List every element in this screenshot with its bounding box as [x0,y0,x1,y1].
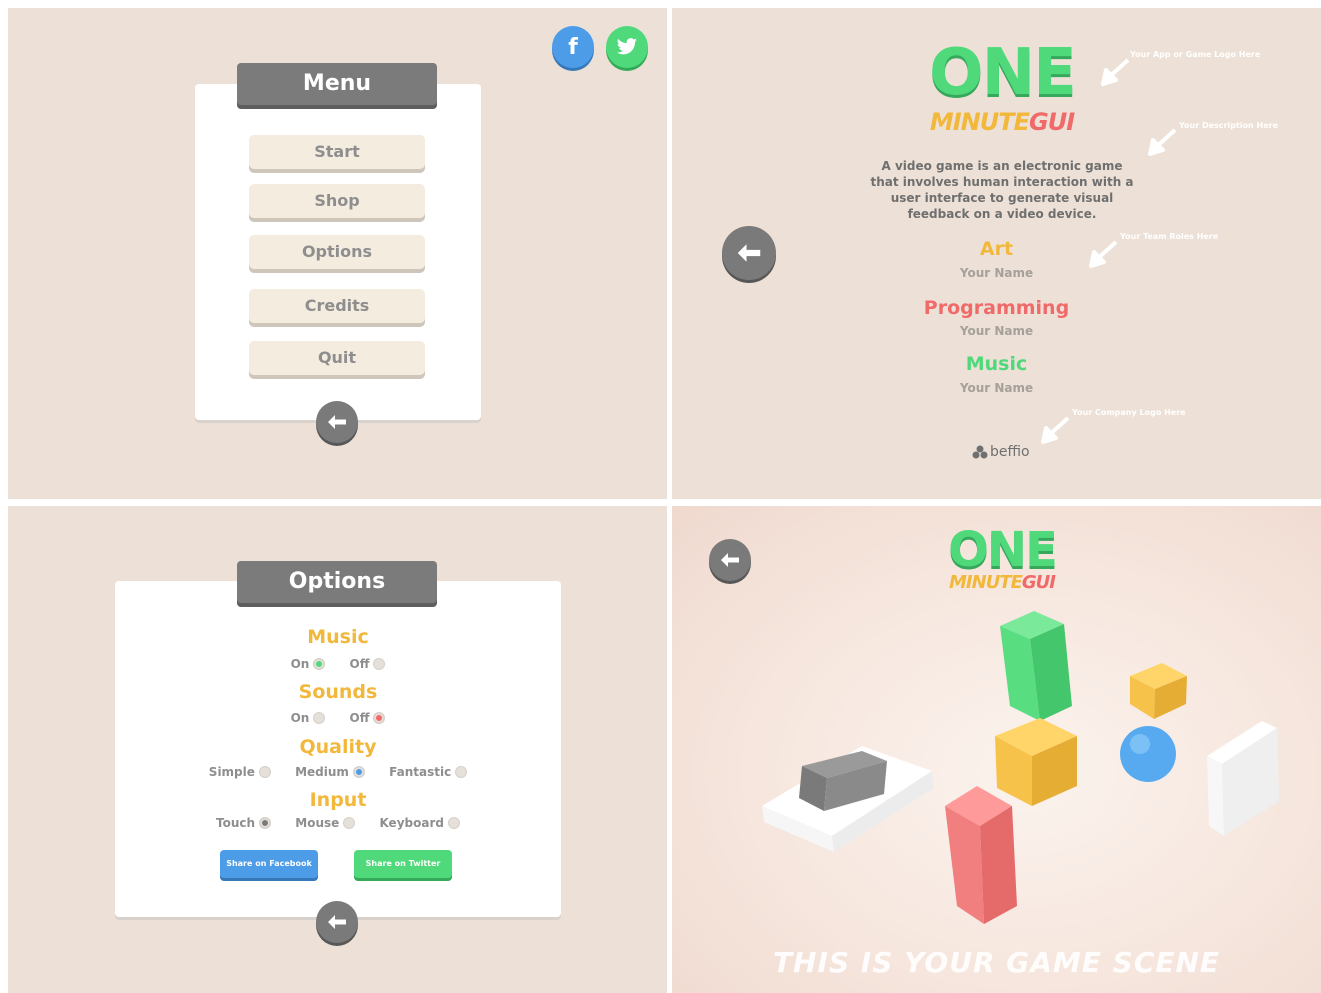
note-company: Your Company Logo Here [1072,408,1186,417]
option-label: Simple [208,765,255,779]
credit-heading-music: Music [965,353,1028,375]
option-label: Keyboard [379,816,444,830]
option-label: Off [349,657,370,671]
quit-button[interactable]: Quit [249,341,425,375]
radio-unselected[interactable] [455,766,468,778]
credit-name-programming: Your Name [959,324,1034,338]
share-facebook-button[interactable]: Share on Facebook [220,850,318,878]
radio-selected[interactable] [373,712,386,724]
credits-button[interactable]: Credits [249,289,425,323]
option-label: On [290,711,310,725]
music-on-option[interactable]: On [291,657,326,671]
facebook-icon: f [568,34,578,60]
option-label: Fantastic [389,765,452,779]
game-scene-caption: THIS IS YOUR GAME SCENE [772,946,1221,979]
quality-heading: Quality [299,736,377,758]
radio-unselected[interactable] [447,817,460,829]
options-button[interactable]: Options [249,235,425,269]
radio-unselected[interactable] [258,766,271,778]
input-heading: Input [309,789,367,811]
credit-name-music: Your Name [959,381,1034,395]
radio-unselected[interactable] [313,712,326,724]
option-label: Off [349,711,370,725]
quality-fantastic-option[interactable]: Fantastic [389,765,468,779]
quality-options: Simple Medium Fantastic [115,765,561,779]
game-logo-sub: MINUTEGUI [902,108,1102,136]
menu-screen: f Menu Start Shop Options Credits Quit [8,8,667,499]
option-label: Touch [216,816,256,830]
note-roles: Your Team Roles Here [1120,232,1219,241]
note-logo: Your App or Game Logo Here [1130,50,1261,59]
sounds-heading: Sounds [298,681,378,703]
company-logo: beffio [972,444,1030,460]
arrow-pointer-icon [1089,240,1118,268]
arrow-pointer-icon [1041,416,1070,444]
green-pillar [1000,611,1072,721]
input-touch-option[interactable]: Touch [216,816,272,830]
input-options: Touch Mouse Keyboard [115,816,561,830]
input-keyboard-option[interactable]: Keyboard [379,816,460,830]
credits-screen: ONE MINUTEGUI A video game is an electro… [672,8,1321,499]
start-button[interactable]: Start [249,135,425,169]
game-logo-main: ONE [929,36,1077,110]
back-button[interactable] [316,401,358,443]
quality-medium-option[interactable]: Medium [295,765,365,779]
music-options: On Off [115,657,561,671]
twitter-button[interactable] [606,26,648,68]
white-pillar [1207,721,1279,836]
sounds-off-option[interactable]: Off [350,711,386,725]
twitter-icon [616,38,638,55]
options-title: Options [288,569,386,594]
option-label: On [290,657,310,671]
company-name: beffio [990,444,1030,460]
note-description: Your Description Here [1179,121,1278,130]
game-description: A video game is an electronic game that … [870,159,1134,221]
sounds-on-option[interactable]: On [291,711,326,725]
menu-title-bar: Menu [237,63,437,105]
credit-heading-art: Art [979,238,1014,260]
quality-simple-option[interactable]: Simple [209,765,271,779]
menu-title: Menu [302,71,372,96]
sounds-options: On Off [115,711,561,725]
radio-unselected[interactable] [343,817,356,829]
radio-unselected[interactable] [373,658,386,670]
input-mouse-option[interactable]: Mouse [295,816,356,830]
logo-gui-text: GUI [1029,108,1075,136]
options-title-bar: Options [237,561,437,603]
option-label: Medium [295,765,349,779]
red-pillar [945,786,1017,924]
arrow-pointer-icon [1148,128,1177,156]
options-screen: Options Music On Off Sounds On Off Quali… [8,506,667,993]
credit-name-art: Your Name [959,266,1034,280]
shop-button[interactable]: Shop [249,184,425,218]
arrow-left-icon [328,415,346,429]
arrow-pointer-icon [1101,58,1130,86]
back-button[interactable] [316,901,358,943]
facebook-button[interactable]: f [552,26,594,68]
game-scene-3d [762,611,1279,924]
blue-ball [1120,726,1176,782]
radio-selected[interactable] [313,658,326,670]
yellow-cube-small [1130,663,1187,719]
beffio-logo-icon [972,445,988,459]
logo-minute-text: MINUTE [929,108,1030,136]
yellow-cube-large [995,718,1077,806]
music-heading: Music [307,626,369,648]
game-scene-screen: ONE MINUTEGUI THIS IS YOUR GAME SCENE [672,506,1321,993]
radio-selected[interactable] [259,817,272,829]
arrow-left-icon [328,915,346,929]
radio-selected[interactable] [352,766,365,778]
music-off-option[interactable]: Off [350,657,386,671]
credit-heading-programming: Programming [923,297,1070,319]
share-twitter-button[interactable]: Share on Twitter [354,850,452,878]
option-label: Mouse [295,816,340,830]
